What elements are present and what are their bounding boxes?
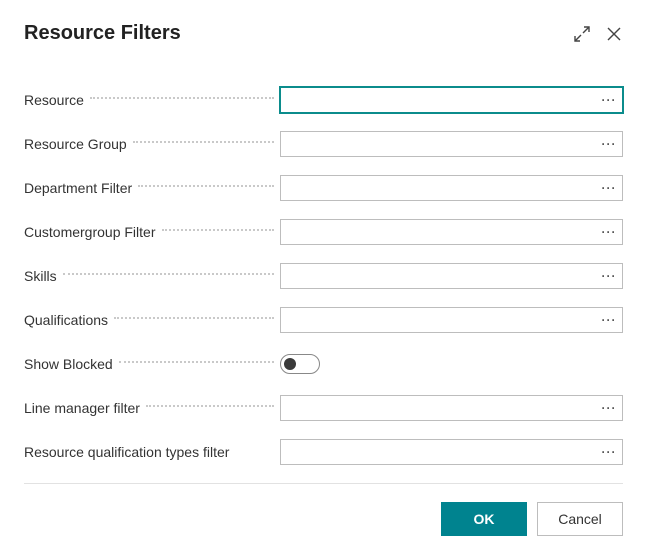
resource-group-input[interactable] [281,132,596,156]
row-department-filter: Department Filter ··· [24,175,623,201]
dotted-leader [133,141,274,143]
dotted-leader [63,273,274,275]
rq-types-filter-input[interactable] [281,440,596,464]
dotted-leader [138,185,274,187]
label-text: Customergroup Filter [24,224,160,240]
rq-types-filter-input-wrapper: ··· [280,439,623,465]
dialog-title: Resource Filters [24,22,181,45]
dotted-leader [162,229,275,231]
label-text: Resource qualification types filter [24,444,233,460]
label-text: Resource [24,92,88,108]
label-text: Show Blocked [24,356,117,372]
toggle-knob [284,358,296,370]
resource-filters-dialog: Resource Filters Resource [0,0,647,556]
line-manager-filter-input-wrapper: ··· [280,395,623,421]
dialog-footer: OK Cancel [24,483,623,536]
skills-input-wrapper: ··· [280,263,623,289]
show-blocked-toggle[interactable] [280,354,320,374]
line-manager-filter-input[interactable] [281,396,596,420]
label-text: Qualifications [24,312,112,328]
cancel-button[interactable]: Cancel [537,502,623,536]
label-text: Skills [24,268,61,284]
dotted-leader [119,361,274,363]
rq-types-filter-lookup-icon[interactable]: ··· [596,440,622,464]
dotted-leader [146,405,274,407]
skills-input[interactable] [281,264,596,288]
resource-lookup-icon[interactable]: ··· [596,88,622,112]
customergroup-filter-input-wrapper: ··· [280,219,623,245]
label-department-filter: Department Filter [24,180,280,196]
label-skills: Skills [24,268,280,284]
label-customergroup-filter: Customergroup Filter [24,224,280,240]
resource-input[interactable] [281,88,596,112]
row-qualifications: Qualifications ··· [24,307,623,333]
row-customergroup-filter: Customergroup Filter ··· [24,219,623,245]
dialog-header: Resource Filters [24,22,623,45]
row-resource-group: Resource Group ··· [24,131,623,157]
label-text: Line manager filter [24,400,144,416]
label-rq-types-filter: Resource qualification types filter [24,444,280,460]
customergroup-filter-input[interactable] [281,220,596,244]
customergroup-filter-lookup-icon[interactable]: ··· [596,220,622,244]
department-filter-input[interactable] [281,176,596,200]
label-resource-group: Resource Group [24,136,280,152]
row-show-blocked: Show Blocked [24,351,623,377]
skills-lookup-icon[interactable]: ··· [596,264,622,288]
label-resource: Resource [24,92,280,108]
label-qualifications: Qualifications [24,312,280,328]
qualifications-lookup-icon[interactable]: ··· [596,308,622,332]
label-text: Resource Group [24,136,131,152]
header-controls [573,25,623,43]
qualifications-input[interactable] [281,308,596,332]
expand-icon[interactable] [573,25,591,43]
dotted-leader [90,97,274,99]
row-line-manager-filter: Line manager filter ··· [24,395,623,421]
row-rq-types-filter: Resource qualification types filter ··· [24,439,623,465]
row-resource: Resource ··· [24,87,623,113]
resource-input-wrapper: ··· [280,87,623,113]
label-show-blocked: Show Blocked [24,356,280,372]
department-filter-lookup-icon[interactable]: ··· [596,176,622,200]
row-skills: Skills ··· [24,263,623,289]
ok-button[interactable]: OK [441,502,527,536]
label-text: Department Filter [24,180,136,196]
resource-group-input-wrapper: ··· [280,131,623,157]
qualifications-input-wrapper: ··· [280,307,623,333]
line-manager-filter-lookup-icon[interactable]: ··· [596,396,622,420]
close-icon[interactable] [605,25,623,43]
label-line-manager-filter: Line manager filter [24,400,280,416]
department-filter-input-wrapper: ··· [280,175,623,201]
dotted-leader [114,317,274,319]
resource-group-lookup-icon[interactable]: ··· [596,132,622,156]
